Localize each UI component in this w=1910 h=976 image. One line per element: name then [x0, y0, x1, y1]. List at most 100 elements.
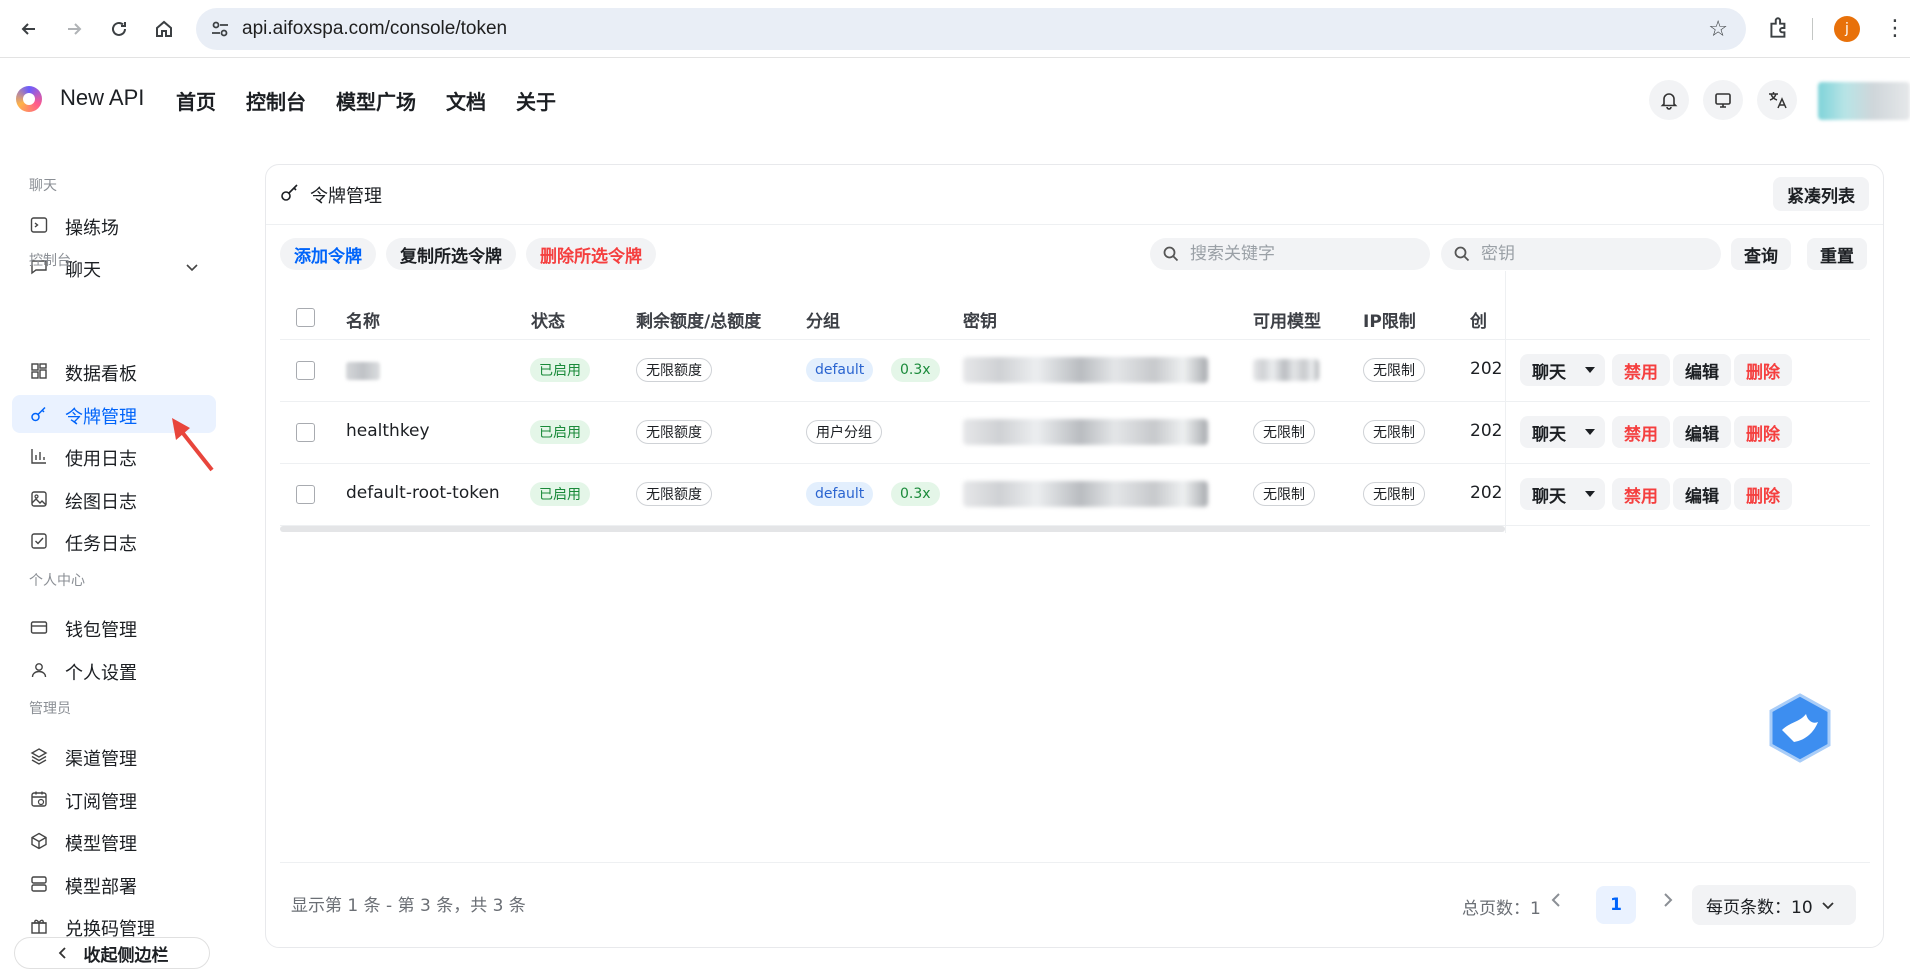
disable-button[interactable]: 禁用: [1612, 354, 1670, 386]
nav-about[interactable]: 关于: [516, 86, 556, 115]
sidebar-item-subscriptions[interactable]: 订阅管理: [12, 780, 216, 818]
sidebar-item-settings[interactable]: 个人设置: [12, 651, 216, 689]
url-text[interactable]: api.aifoxspa.com/console/token: [242, 18, 507, 40]
notification-bell-icon[interactable]: [1649, 80, 1689, 120]
col-name[interactable]: 名称: [346, 307, 380, 332]
back-icon[interactable]: [14, 14, 44, 44]
row-checkbox[interactable]: [296, 485, 315, 504]
sidebar-item-label: 使用日志: [65, 449, 137, 470]
sidebar-item-playground[interactable]: 操练场: [12, 206, 216, 244]
caret-down-icon: [1585, 429, 1595, 435]
col-status[interactable]: 状态: [531, 307, 565, 332]
profile-avatar[interactable]: j: [1834, 16, 1860, 42]
nav-docs[interactable]: 文档: [446, 86, 486, 115]
row-checkbox[interactable]: [296, 423, 315, 442]
reload-icon[interactable]: [104, 14, 134, 44]
select-all-checkbox[interactable]: [296, 308, 315, 327]
col-key[interactable]: 密钥: [963, 307, 997, 332]
delete-button[interactable]: 删除: [1734, 354, 1792, 386]
monitor-icon[interactable]: [1703, 80, 1743, 120]
ip-badge: 无限制: [1363, 358, 1425, 382]
keyword-search[interactable]: [1150, 238, 1430, 270]
sidebar-item-label: 模型部署: [65, 877, 137, 898]
sidebar-item-drawing-log[interactable]: 绘图日志: [12, 480, 216, 518]
section-chat: 聊天: [29, 178, 57, 194]
translate-icon[interactable]: [1757, 80, 1797, 120]
nav-home[interactable]: 首页: [176, 86, 216, 115]
chat-button[interactable]: 聊天: [1520, 354, 1578, 386]
sidebar-item-models[interactable]: 模型管理: [12, 822, 216, 860]
nav-model-market[interactable]: 模型广场: [336, 86, 416, 115]
edit-button[interactable]: 编辑: [1673, 478, 1731, 510]
models-badge: 无限制: [1253, 420, 1315, 444]
ip-badge: 无限制: [1363, 420, 1425, 444]
brand-name[interactable]: New API: [60, 85, 144, 111]
sidebar-item-deploy[interactable]: 模型部署: [12, 865, 216, 903]
delete-selected-button[interactable]: 删除所选令牌: [526, 238, 656, 270]
wallet-card-icon: [30, 621, 48, 634]
token-key-redacted[interactable]: [963, 481, 1208, 507]
sidebar-item-wallet[interactable]: 钱包管理: [12, 608, 216, 646]
col-models[interactable]: 可用模型: [1253, 307, 1321, 332]
add-token-button[interactable]: 添加令牌: [280, 238, 376, 270]
page-size-select[interactable]: 每页条数：10: [1692, 885, 1856, 925]
floating-assistant-bird-icon[interactable]: [1766, 692, 1834, 764]
toolbar-divider: [1812, 18, 1813, 40]
delete-button[interactable]: 删除: [1734, 478, 1792, 510]
bookmark-star-icon[interactable]: ☆: [1708, 17, 1728, 42]
copy-selected-button[interactable]: 复制所选令牌: [386, 238, 516, 270]
chevron-down-icon[interactable]: [184, 259, 200, 275]
col-group[interactable]: 分组: [806, 307, 840, 332]
chat-dropdown-button[interactable]: [1575, 478, 1605, 510]
token-management-card: 令牌管理 紧凑列表 添加令牌 复制所选令牌 删除所选令牌 查询 重置 名称 状态…: [265, 164, 1884, 948]
col-created[interactable]: 创: [1470, 307, 1487, 332]
token-key-redacted[interactable]: [963, 357, 1208, 383]
extensions-icon[interactable]: [1766, 15, 1792, 41]
annotation-arrow-icon: [172, 418, 214, 472]
edit-button[interactable]: 编辑: [1673, 354, 1731, 386]
sidebar-item-dashboard[interactable]: 数据看板: [12, 352, 216, 390]
page-button-current[interactable]: 1: [1596, 886, 1636, 924]
forward-icon[interactable]: [59, 14, 89, 44]
horizontal-scrollbar[interactable]: [280, 526, 1505, 532]
row-checkbox[interactable]: [296, 361, 315, 380]
token-name-redacted: [346, 362, 380, 380]
app-logo[interactable]: [16, 86, 42, 112]
search-icon: [1163, 246, 1179, 262]
collapse-sidebar-button[interactable]: 收起侧边栏: [14, 937, 210, 969]
address-bar[interactable]: api.aifoxspa.com/console/token ☆: [196, 8, 1746, 50]
delete-button[interactable]: 删除: [1734, 416, 1792, 448]
nav-console[interactable]: 控制台: [246, 86, 306, 115]
next-page-icon[interactable]: [1658, 890, 1678, 910]
chat-button[interactable]: 聊天: [1520, 416, 1578, 448]
keyword-search-input[interactable]: [1190, 238, 1410, 270]
col-quota[interactable]: 剩余额度/总额度: [636, 307, 761, 332]
browser-menu-icon[interactable]: ⋮: [1884, 16, 1906, 41]
user-avatar[interactable]: [1818, 82, 1910, 120]
chat-button[interactable]: 聊天: [1520, 478, 1578, 510]
toolbar: 添加令牌 复制所选令牌 删除所选令牌 查询 重置: [280, 238, 1870, 272]
chat-dropdown-button[interactable]: [1575, 416, 1605, 448]
pagination-info: 显示第 1 条 - 第 3 条，共 3 条: [291, 896, 526, 916]
sidebar-item-task-log[interactable]: 任务日志: [12, 522, 216, 560]
key-search-input[interactable]: [1481, 238, 1701, 270]
chat-dropdown-button[interactable]: [1575, 354, 1605, 386]
token-key-redacted[interactable]: [963, 419, 1208, 445]
section-personal: 个人中心: [29, 573, 85, 589]
disable-button[interactable]: 禁用: [1612, 416, 1670, 448]
compact-list-button[interactable]: 紧凑列表: [1773, 177, 1869, 211]
query-button[interactable]: 查询: [1731, 238, 1791, 270]
key-search[interactable]: [1441, 238, 1721, 270]
section-admin: 管理员: [29, 701, 71, 717]
col-ip[interactable]: IP限制: [1363, 307, 1416, 332]
calendar-clock-icon: [31, 791, 47, 807]
ip-badge: 无限制: [1363, 482, 1425, 506]
disable-button[interactable]: 禁用: [1612, 478, 1670, 510]
sidebar-item-label: 任务日志: [65, 534, 137, 555]
site-settings-icon[interactable]: [210, 19, 230, 39]
home-icon[interactable]: [149, 14, 179, 44]
prev-page-icon[interactable]: [1546, 890, 1566, 910]
reset-button[interactable]: 重置: [1807, 238, 1867, 270]
sidebar-item-channels[interactable]: 渠道管理: [12, 737, 216, 775]
edit-button[interactable]: 编辑: [1673, 416, 1731, 448]
